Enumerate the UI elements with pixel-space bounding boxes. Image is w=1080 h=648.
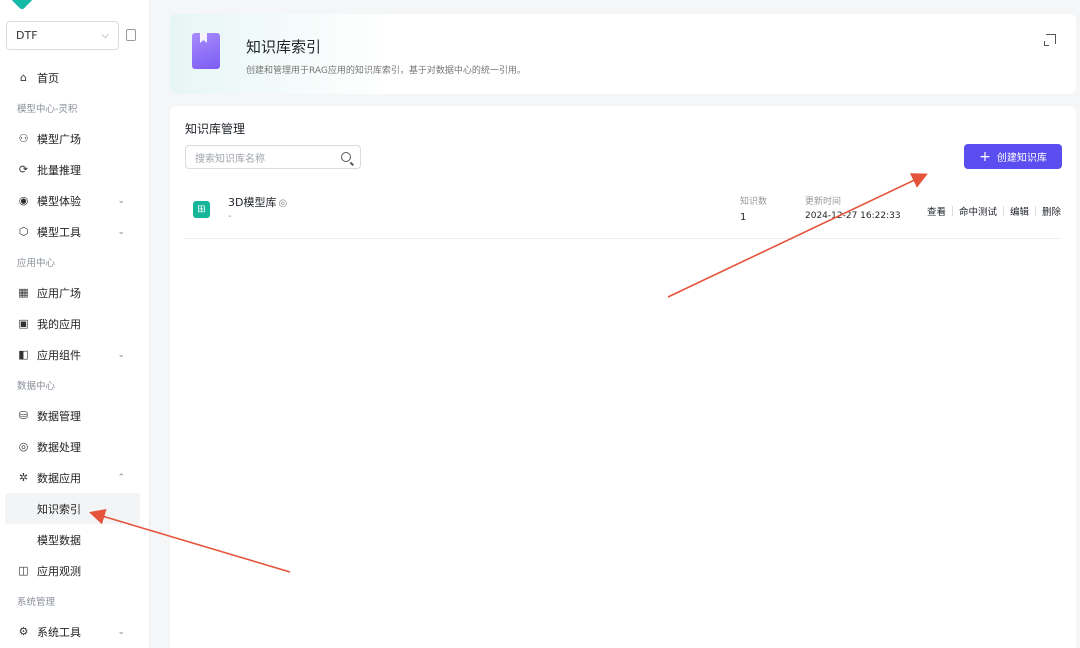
observe-icon: ◫ xyxy=(18,564,29,577)
kb-name[interactable]: 3D模型库 ◎ xyxy=(228,194,287,210)
settings-icon[interactable]: ◎ xyxy=(278,198,287,209)
expand-icon[interactable] xyxy=(1044,34,1056,46)
nav-group-label: 应用中心 xyxy=(17,258,56,269)
sidebar-subitem[interactable]: 模型数据 xyxy=(0,524,150,555)
document-icon[interactable] xyxy=(126,29,136,41)
experience-icon: ◉ xyxy=(18,194,29,207)
create-button-label: 创建知识库 xyxy=(996,153,1047,164)
sidebar-item-label: 应用组件 xyxy=(37,348,81,362)
sidebar-item-label: 应用广场 xyxy=(37,286,81,300)
count-label: 知识数 xyxy=(740,197,768,207)
page-title: 知识库索引 xyxy=(246,38,322,56)
row-actions: 查看 命中测试 编辑 删除 xyxy=(927,204,1061,218)
page-header: 知识库索引 创建和管理用于RAG应用的知识库索引，基于对数据中心的统一引用。 xyxy=(170,14,1076,94)
sidebar-item[interactable]: ✲ 数据应用 ⌃ xyxy=(0,462,150,493)
table-icon: ⊞ xyxy=(193,201,210,218)
sidebar-item[interactable]: ⚇ 模型广场 xyxy=(0,123,150,154)
sidebar-item-label: 首页 xyxy=(37,71,59,85)
sidebar-item-label: 应用观测 xyxy=(37,564,81,578)
tool-icon: ⬡ xyxy=(18,225,29,238)
sidebar-item-label: 我的应用 xyxy=(37,317,81,331)
component-icon: ◧ xyxy=(18,348,29,361)
chevron-down-icon[interactable]: ⌄ xyxy=(117,350,125,360)
delete-link[interactable]: 删除 xyxy=(1042,204,1061,218)
sidebar-item[interactable]: ◧ 应用组件 ⌄ xyxy=(0,339,150,370)
sidebar-item[interactable]: ▦ 应用广场 xyxy=(0,277,150,308)
my-app-icon: ▣ xyxy=(18,317,29,330)
sidebar-item-label: 数据处理 xyxy=(37,440,81,454)
sidebar-item[interactable]: ◎ 数据处理 xyxy=(0,431,150,462)
sidebar-item[interactable]: ⌂ 首页 xyxy=(0,62,150,93)
sidebar-item-label: 数据应用 xyxy=(37,471,81,485)
data-app-icon: ✲ xyxy=(18,471,29,484)
nav-group-label: 系统管理 xyxy=(17,597,56,608)
sidebar-item-label: 模型广场 xyxy=(37,132,81,146)
sidebar-item[interactable]: ◉ 模型体验 ⌄ xyxy=(0,185,150,216)
update-time-label: 更新时间 xyxy=(805,197,842,207)
process-icon: ◎ xyxy=(18,440,29,453)
create-knowledge-base-button[interactable]: + 创建知识库 xyxy=(964,144,1062,169)
app-logo xyxy=(10,0,34,11)
page-description: 创建和管理用于RAG应用的知识库索引，基于对数据中心的统一引用。 xyxy=(246,66,526,76)
knowledge-base-panel: 知识库管理 搜索知识库名称 + 创建知识库 ⊞ 3D模型库 ◎ - 知识数 1 更… xyxy=(170,106,1076,648)
sidebar-item[interactable]: ⛁ 数据管理 xyxy=(0,400,150,431)
workspace-select[interactable]: DTF ⌵ xyxy=(6,21,119,50)
sidebar-item[interactable]: ⟳ 批量推理 xyxy=(0,154,150,185)
sidebar-item-label: 模型工具 xyxy=(37,225,81,239)
nav-group-label: 模型中心-灵积 xyxy=(17,104,78,115)
system-tool-icon: ⚙ xyxy=(18,625,29,638)
chevron-down-icon[interactable]: ⌄ xyxy=(117,196,125,206)
sidebar-item-label: 批量推理 xyxy=(37,163,81,177)
edit-link[interactable]: 编辑 xyxy=(1010,204,1029,218)
logo-icon xyxy=(10,0,34,11)
chevron-down-icon: ⌵ xyxy=(101,30,109,41)
chevron-down-icon[interactable]: ⌄ xyxy=(117,227,125,237)
table-row[interactable]: ⊞ 3D模型库 ◎ - 知识数 1 更新时间 2024-12-27 16:22:3… xyxy=(185,185,1061,239)
model-square-icon: ⚇ xyxy=(18,132,29,145)
sidebar: DTF ⌵ ⌂ 首页模型中心-灵积 ⚇ 模型广场 ⟳ 批量推理 ◉ 模型体验 ⌄ ⬡ 模型工具 ⌄ 应用… xyxy=(0,0,150,648)
workspace-value: DTF xyxy=(16,29,38,42)
grid-icon: ▦ xyxy=(18,286,29,299)
hit-test-link[interactable]: 命中测试 xyxy=(959,204,997,218)
sidebar-item-label: 模型体验 xyxy=(37,194,81,208)
search-placeholder: 搜索知识库名称 xyxy=(195,153,265,165)
sidebar-item-label: 数据管理 xyxy=(37,409,81,423)
sidebar-item[interactable]: ◫ 应用观测 xyxy=(0,555,150,586)
nav-group-label: 数据中心 xyxy=(17,381,56,392)
plus-icon: + xyxy=(979,148,991,165)
database-icon: ⛁ xyxy=(18,409,29,422)
search-icon[interactable] xyxy=(341,152,351,162)
update-time-value: 2024-12-27 16:22:33 xyxy=(805,211,901,221)
section-title: 知识库管理 xyxy=(185,122,246,136)
batch-icon: ⟳ xyxy=(18,163,29,176)
sidebar-item-label: 系统工具 xyxy=(37,625,81,639)
home-icon: ⌂ xyxy=(20,71,27,84)
view-link[interactable]: 查看 xyxy=(927,204,946,218)
chevron-up-icon[interactable]: ⌃ xyxy=(117,473,125,483)
kb-description: - xyxy=(228,211,232,222)
search-input[interactable]: 搜索知识库名称 xyxy=(185,145,361,169)
knowledge-book-icon xyxy=(192,33,220,69)
count-value: 1 xyxy=(740,212,747,223)
sidebar-item[interactable]: ▣ 我的应用 xyxy=(0,308,150,339)
chevron-down-icon[interactable]: ⌄ xyxy=(117,627,125,637)
sidebar-subitem[interactable]: 知识索引 xyxy=(5,493,140,524)
sidebar-item[interactable]: ⬡ 模型工具 ⌄ xyxy=(0,216,150,247)
sidebar-nav: ⌂ 首页模型中心-灵积 ⚇ 模型广场 ⟳ 批量推理 ◉ 模型体验 ⌄ ⬡ 模型工具 ⌄ 应用中心 ▦ 应用广… xyxy=(0,62,150,647)
sidebar-item[interactable]: ⚙ 系统工具 ⌄ xyxy=(0,616,150,647)
